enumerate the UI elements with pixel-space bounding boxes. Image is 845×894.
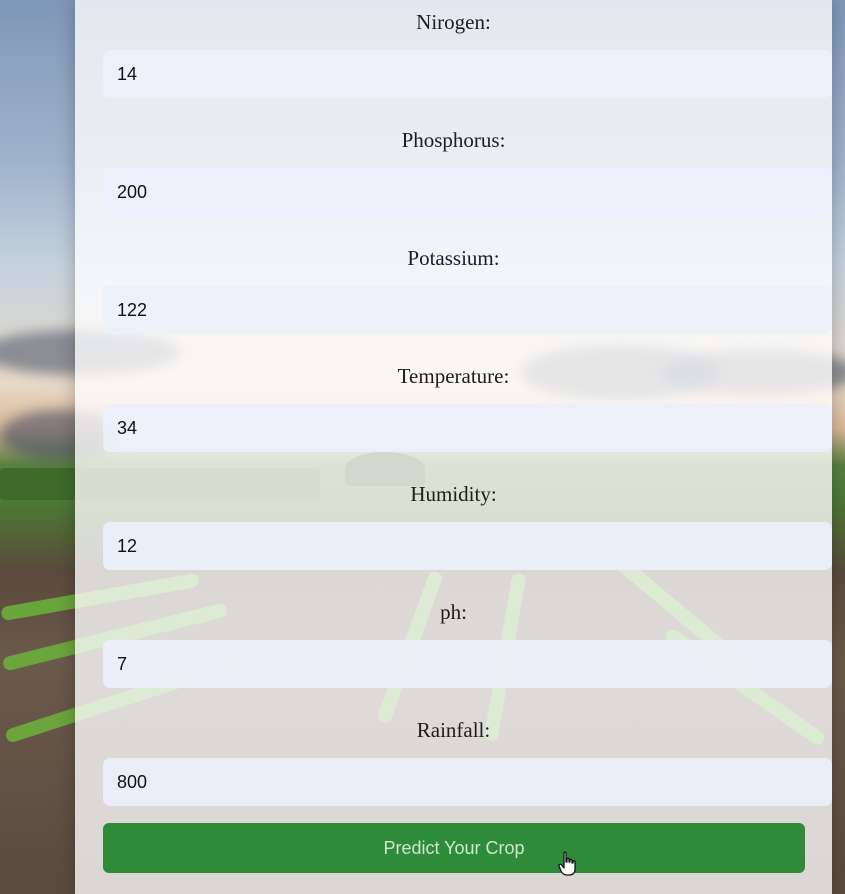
rainfall-label: Rainfall: <box>416 718 491 742</box>
nitrogen-label: Nirogen: <box>416 10 491 34</box>
humidity-input[interactable] <box>103 522 832 570</box>
temperature-label: Temperature: <box>397 364 510 388</box>
hand-pointer-icon <box>558 851 576 876</box>
potassium-label: Potassium: <box>407 246 500 270</box>
temperature-input[interactable] <box>103 404 832 452</box>
ph-input[interactable] <box>103 640 832 688</box>
phosphorus-input[interactable] <box>103 168 832 216</box>
predict-crop-button[interactable]: Predict Your Crop <box>103 823 805 873</box>
nitrogen-input[interactable] <box>103 50 832 98</box>
ph-label: ph: <box>440 600 467 624</box>
humidity-label: Humidity: <box>410 482 497 506</box>
rainfall-input[interactable] <box>103 758 832 806</box>
phosphorus-label: Phosphorus: <box>401 128 506 152</box>
potassium-input[interactable] <box>103 286 832 334</box>
